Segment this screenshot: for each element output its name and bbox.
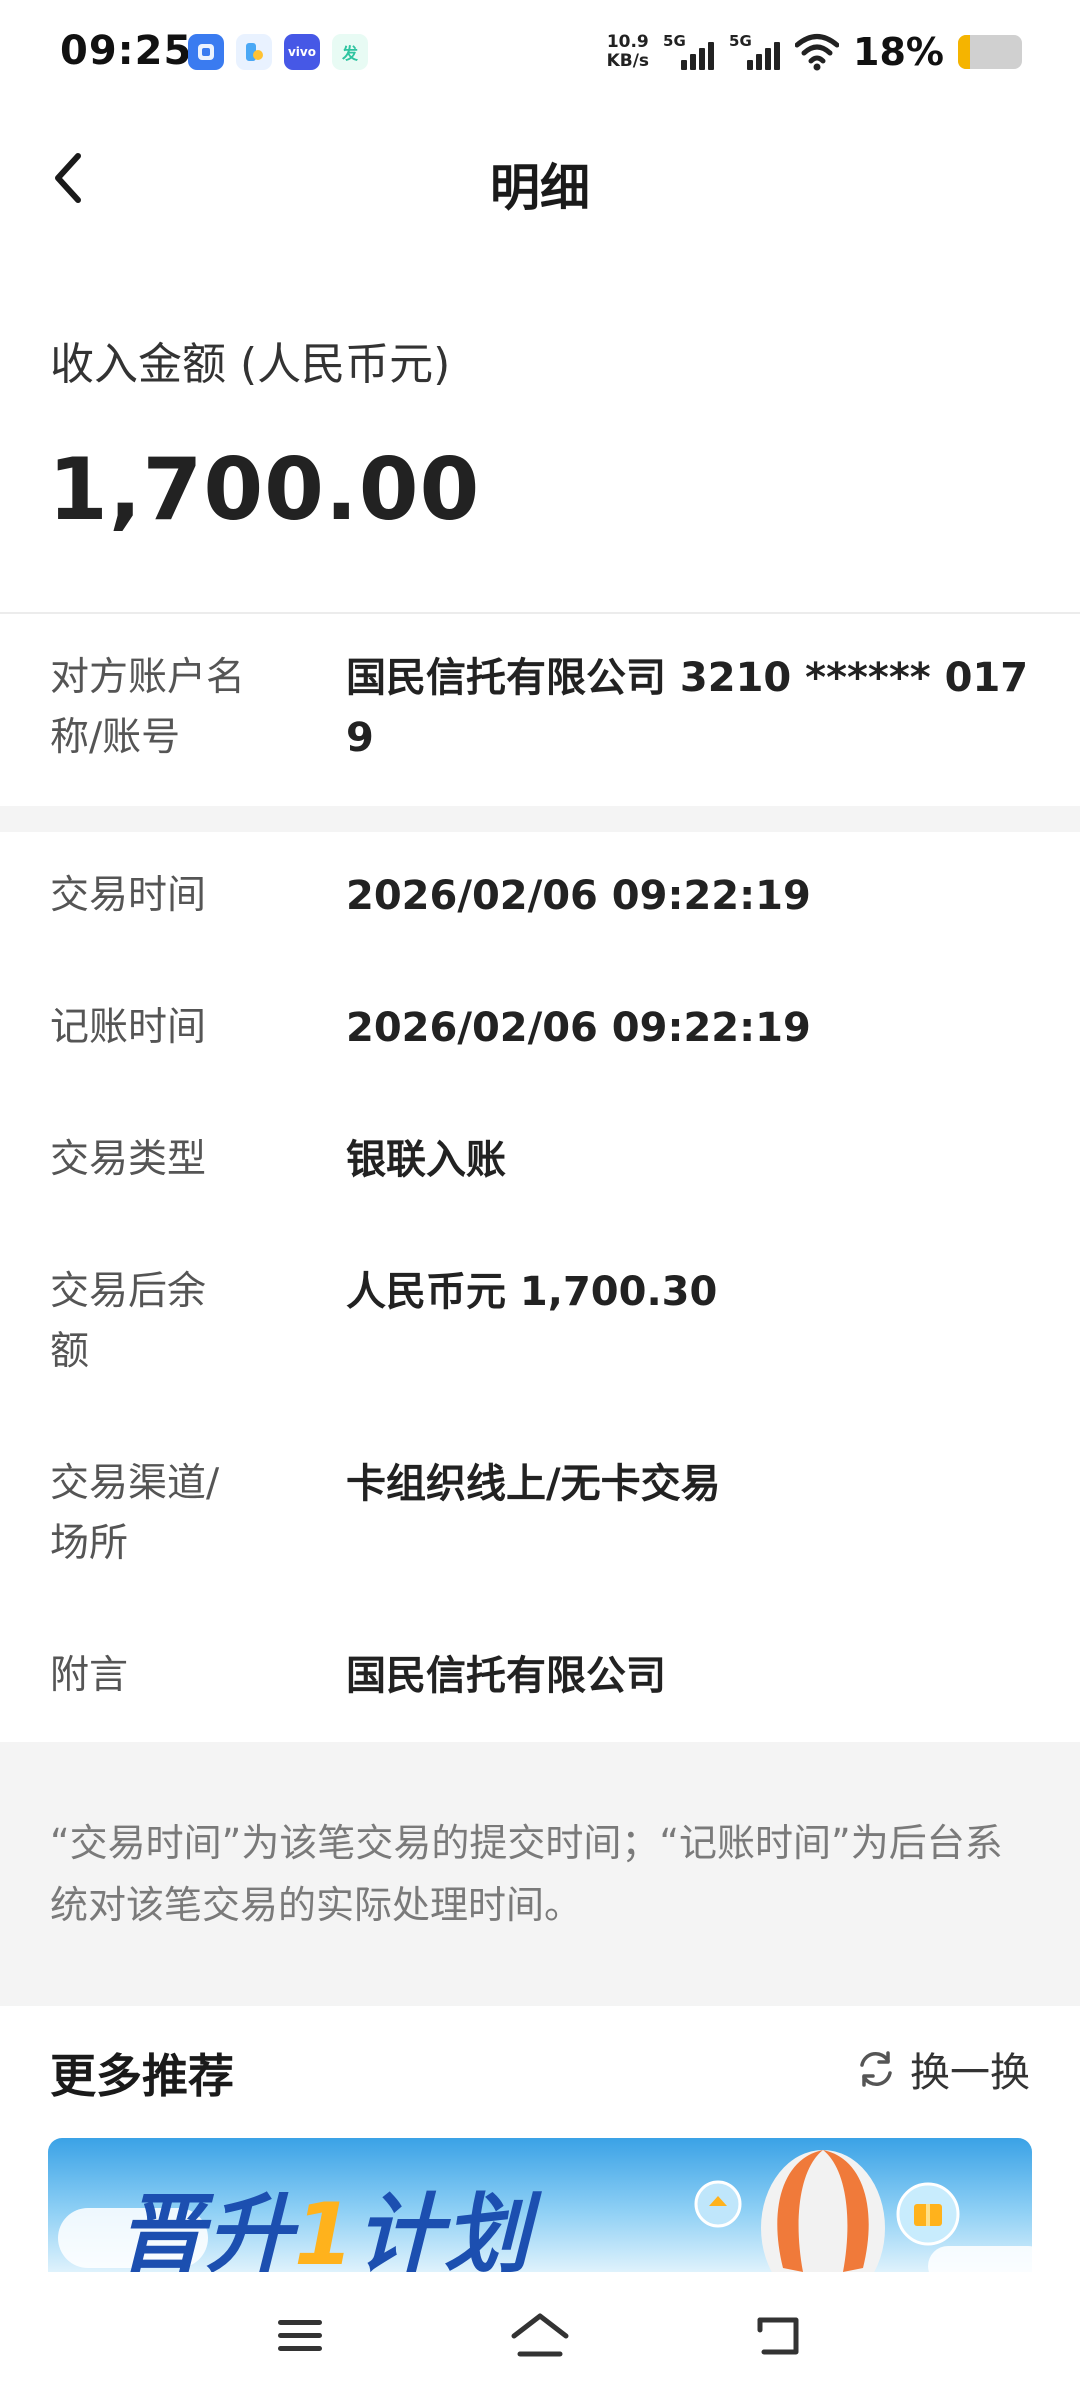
menu-button[interactable] (260, 2304, 340, 2368)
network-speed-value: 10.9 (606, 32, 649, 52)
app-header: 明细 (0, 110, 1080, 250)
page: 09:25 vivo 发 10.9 KB/s 5G 5G 18% 明细 收入金额… (0, 0, 1080, 2400)
trade-type-label: 交易类型 (50, 1137, 207, 1182)
system-nav-bar (0, 2272, 1080, 2400)
booking-time-label: 记账时间 (50, 1005, 207, 1050)
back-nav-icon (757, 2317, 799, 2355)
page-title: 明细 (490, 159, 590, 217)
app-icon-1 (188, 34, 224, 70)
back-nav-button[interactable] (740, 2304, 820, 2368)
banner-headline: 晋升1计划 (118, 2164, 532, 2272)
refresh-button[interactable]: 换一换 (854, 2040, 1030, 2098)
status-indicators: 10.9 KB/s 5G 5G 18% (607, 30, 1022, 74)
battery-icon (958, 35, 1022, 69)
app-icon-2 (236, 34, 272, 70)
divider (0, 612, 1080, 614)
battery-level (958, 35, 970, 69)
refresh-label: 换一换 (910, 2050, 1030, 2096)
network-speed-unit: KB/s (606, 51, 650, 71)
remark-value: 国民信托有限公司 (346, 1653, 666, 1699)
booking-time-value: 2026/02/06 09:22:19 (346, 1005, 811, 1051)
trade-time-value: 2026/02/06 09:22:19 (346, 873, 811, 919)
trade-type-value: 银联入账 (346, 1137, 506, 1183)
recommend-title: 更多推荐 (50, 2049, 234, 2103)
status-time: 09:25 (60, 28, 193, 74)
trade-time-label: 交易时间 (50, 873, 207, 918)
amount-value: 1,700.00 (48, 440, 481, 540)
section-separator (0, 806, 1080, 832)
network-speed: 10.9 KB/s (607, 33, 649, 71)
signal-icon: 5G (663, 30, 715, 74)
banner-text-highlight: 1 (294, 2185, 356, 2272)
refresh-icon (860, 2051, 892, 2087)
wifi-icon (795, 34, 840, 71)
counterparty-value: 国民信托有限公司 3210 ****** 0179 (346, 655, 1029, 761)
home-icon (511, 2313, 569, 2357)
balance-after-value: 人民币元 1,700.30 (346, 1269, 718, 1315)
signal-label: 5G (729, 32, 752, 50)
menu-icon (278, 2320, 322, 2351)
balloon-illustration (694, 2150, 960, 2272)
balance-after-label: 交易后余额 (50, 1269, 207, 1374)
banner-text-prefix: 晋升 (118, 2185, 294, 2272)
home-button[interactable] (500, 2304, 580, 2368)
channel-label: 交易渠道/场所 (50, 1461, 220, 1566)
remark-label: 附言 (50, 1653, 129, 1698)
status-bar: 09:25 vivo 发 10.9 KB/s 5G 5G 18% (0, 0, 1080, 110)
amount-label: 收入金额 (人民币元) (50, 339, 451, 390)
vivo-icon: vivo (284, 34, 320, 70)
banner-text-suffix: 计划 (355, 2185, 532, 2272)
promo-banner[interactable]: 晋升1计划 (48, 2138, 1032, 2272)
app-icon-4: 发 (332, 34, 368, 70)
signal-icon: 5G (729, 30, 781, 74)
counterparty-label: 对方账户名称/账号 (50, 655, 246, 760)
signal-label: 5G (663, 32, 686, 50)
channel-value: 卡组织线上/无卡交易 (346, 1461, 721, 1507)
note-text: “交易时间”为该笔交易的提交时间；“记账时间”为后台系统对该笔交易的实际处理时间… (50, 1821, 1003, 1927)
battery-percent: 18% (853, 30, 944, 74)
status-app-icons: vivo 发 (188, 34, 368, 70)
